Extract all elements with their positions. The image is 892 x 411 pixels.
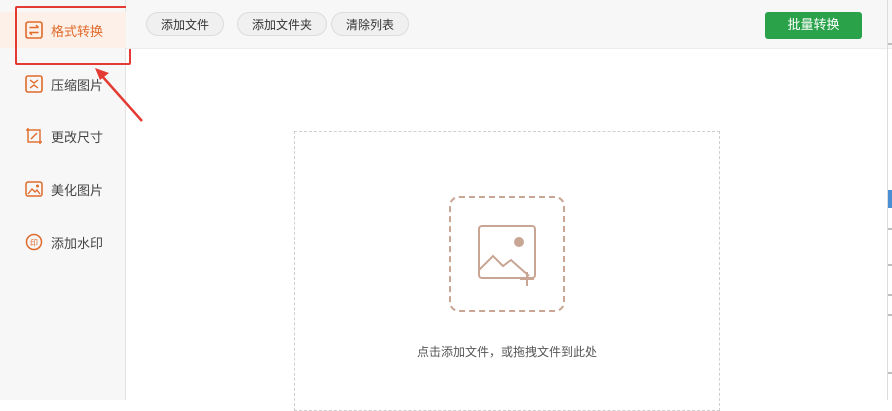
edge-mark — [888, 228, 892, 230]
watermark-icon: 印 — [25, 233, 43, 251]
sidebar-item-label: 添加水印 — [51, 236, 104, 252]
add-folder-button[interactable]: 添加文件夹 — [237, 12, 328, 36]
sidebar-item-beautify-image[interactable]: 美化图片 — [0, 171, 126, 207]
add-image-icon — [475, 222, 541, 292]
edge-mark — [888, 314, 892, 316]
edge-mark — [888, 372, 892, 374]
file-drop-zone[interactable]: 点击添加文件，或拖拽文件到此处 — [294, 131, 720, 411]
edge-mark — [888, 43, 892, 45]
sidebar-item-add-watermark[interactable]: 印 添加水印 — [0, 224, 126, 260]
sidebar-item-label: 美化图片 — [51, 183, 104, 199]
drop-hint-text: 点击添加文件，或拖拽文件到此处 — [416, 345, 597, 359]
edge-mark — [888, 190, 892, 208]
svg-text:印: 印 — [30, 238, 38, 247]
add-file-button[interactable]: 添加文件 — [146, 12, 225, 36]
beautify-image-icon — [25, 180, 43, 198]
add-image-button[interactable] — [449, 196, 565, 312]
batch-convert-button[interactable]: 批量转换 — [765, 12, 862, 39]
edge-mark — [888, 294, 892, 296]
edge-mark — [888, 264, 892, 266]
toolbar: 添加文件 添加文件夹 清除列表 批量转换 — [126, 0, 892, 49]
app-window: 格式转换 压缩图片 更改尺寸 美化图片 印 添加水印 添加文件 添加文件夹 清除… — [0, 0, 892, 411]
clear-list-button[interactable]: 清除列表 — [331, 12, 410, 36]
